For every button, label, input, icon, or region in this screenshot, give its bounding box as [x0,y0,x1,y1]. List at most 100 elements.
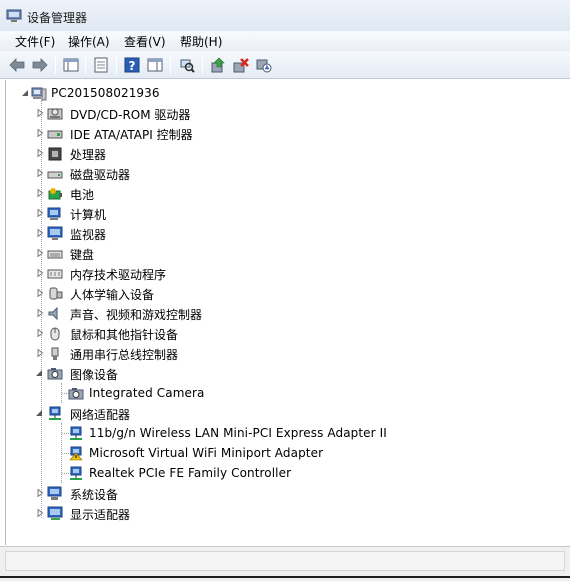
tree-device-wireless-adapter[interactable]: 11b/g/n Wireless LAN Mini-PCI Express Ad… [6,423,566,443]
expand-arrow-icon[interactable] [36,509,44,517]
keyboard-icon [47,250,63,259]
show-hide-tree-icon[interactable] [62,56,80,74]
expand-arrow-icon[interactable] [36,289,44,297]
root-label: PC201508021936 [51,86,160,100]
tree-category-label: 通用串行总线控制器 [70,348,179,362]
collapse-arrow-icon[interactable] [35,409,43,417]
expand-arrow-icon[interactable] [36,309,44,317]
menu-help[interactable]: 帮助(H) [177,33,225,50]
tree-category[interactable]: 人体学输入设备 [6,283,566,303]
tree-device-integrated-camera[interactable]: Integrated Camera [6,383,566,403]
expand-arrow-icon[interactable] [36,189,44,197]
tree-category-label: 磁盘驱动器 [70,168,131,182]
collapse-arrow-icon[interactable] [21,89,29,97]
ide-controller-icon [47,130,63,139]
uninstall-icon[interactable] [232,56,250,74]
tree-device-virtual-wifi[interactable]: Microsoft Virtual WiFi Miniport Adapter [6,443,566,463]
tree-category-display-adapters[interactable]: 显示适配器 [6,503,566,523]
hid-icon [49,287,63,300]
help-icon[interactable]: ? [123,56,141,74]
dvd-drive-icon [47,108,63,120]
forward-icon[interactable] [31,56,49,74]
tree-category-label: 网络适配器 [70,408,131,422]
expand-arrow-icon[interactable] [36,349,44,357]
expand-arrow-icon[interactable] [36,209,44,217]
menu-view[interactable]: 查看(V) [121,33,169,50]
network-adapter-icon [49,406,61,420]
tree-category-label: 声音、视频和游戏控制器 [70,308,203,322]
tree-category[interactable]: 鼠标和其他指针设备 [6,323,566,343]
expand-arrow-icon[interactable] [36,249,44,257]
computer-icon [47,207,61,220]
expand-arrow-icon[interactable] [36,329,44,337]
window-title: 设备管理器 [27,11,88,25]
battery-icon [48,188,62,200]
tree-category-label: DVD/CD-ROM 驱动器 [70,108,191,122]
tree-category-label: 系统设备 [70,488,119,502]
expand-arrow-icon[interactable] [36,229,44,237]
tree-category[interactable]: 电池 [6,183,566,203]
camera-device-icon [68,388,84,400]
tree-device-label: Integrated Camera [89,386,205,400]
sound-icon [48,306,58,321]
tree-category-label: 电池 [70,188,95,202]
display-adapter-icon [47,506,63,520]
computer-root-icon [31,87,47,101]
menu-bar: 文件(F) 操作(A) 查看(V) 帮助(H) [0,31,570,51]
expand-arrow-icon[interactable] [36,489,44,497]
tree-category[interactable]: 磁盘驱动器 [6,163,566,183]
tree-category-label: 内存技术驱动程序 [70,268,167,282]
tree-device-label: 11b/g/n Wireless LAN Mini-PCI Express Ad… [89,426,387,440]
back-icon[interactable] [8,56,26,74]
tree-category-network[interactable]: 网络适配器 [6,403,566,423]
scan-hardware-icon[interactable] [178,56,196,74]
tree-category[interactable]: 监视器 [6,223,566,243]
system-devices-icon [47,486,62,500]
device-manager-icon [6,9,22,22]
menu-file[interactable]: 文件(F) [12,33,58,50]
tree-device-realtek[interactable]: Realtek PCIe FE Family Controller [6,463,566,483]
disk-drive-icon [47,171,63,179]
tree-category-label: 监视器 [70,228,107,242]
tree-root[interactable]: PC201508021936 [6,83,566,103]
tree-category[interactable]: 计算机 [6,203,566,223]
tree-category[interactable]: 声音、视频和游戏控制器 [6,303,566,323]
disable-icon[interactable] [255,56,273,74]
usb-icon [51,347,59,360]
expand-arrow-icon[interactable] [36,129,44,137]
action-pane-icon[interactable] [146,56,164,74]
tree-category[interactable]: 处理器 [6,143,566,163]
expand-arrow-icon[interactable] [36,169,44,177]
tree-category-system-devices[interactable]: 系统设备 [6,483,566,503]
expand-arrow-icon[interactable] [36,109,44,117]
expand-arrow-icon[interactable] [36,269,44,277]
tree-category-label: 鼠标和其他指针设备 [70,328,179,342]
svg-text:?: ? [129,59,136,73]
tree-category[interactable]: 通用串行总线控制器 [6,343,566,363]
status-bar [0,546,570,581]
tree-category-label: 图像设备 [70,368,119,382]
tree-category[interactable]: DVD/CD-ROM 驱动器 [6,103,566,123]
expand-arrow-icon[interactable] [36,149,44,157]
toolbar: ? [0,51,570,79]
tree-category-label: 计算机 [70,208,107,222]
tree-category[interactable]: 内存技术驱动程序 [6,263,566,283]
status-pane [5,551,565,571]
network-adapter-icon [70,466,82,480]
network-adapter-warning-icon [69,446,83,461]
tree-category-label: 处理器 [70,148,107,162]
update-driver-icon[interactable] [209,56,227,74]
properties-icon[interactable] [92,56,110,74]
collapse-arrow-icon[interactable] [35,369,43,377]
monitor-icon [47,226,63,240]
menu-action[interactable]: 操作(A) [65,33,113,50]
tree-category-label: IDE ATA/ATAPI 控制器 [70,128,193,142]
tree-category[interactable]: 键盘 [6,243,566,263]
tree-category-imaging[interactable]: 图像设备 [6,363,566,383]
tree-device-label: Realtek PCIe FE Family Controller [89,466,292,480]
tree-category[interactable]: IDE ATA/ATAPI 控制器 [6,123,566,143]
device-tree[interactable]: PC201508021936 DVD/CD-ROM 驱动器 IDE ATA/ATA… [5,80,570,545]
processor-icon [48,147,62,161]
tree-category-label: 键盘 [70,248,95,262]
imaging-device-icon [47,368,63,380]
